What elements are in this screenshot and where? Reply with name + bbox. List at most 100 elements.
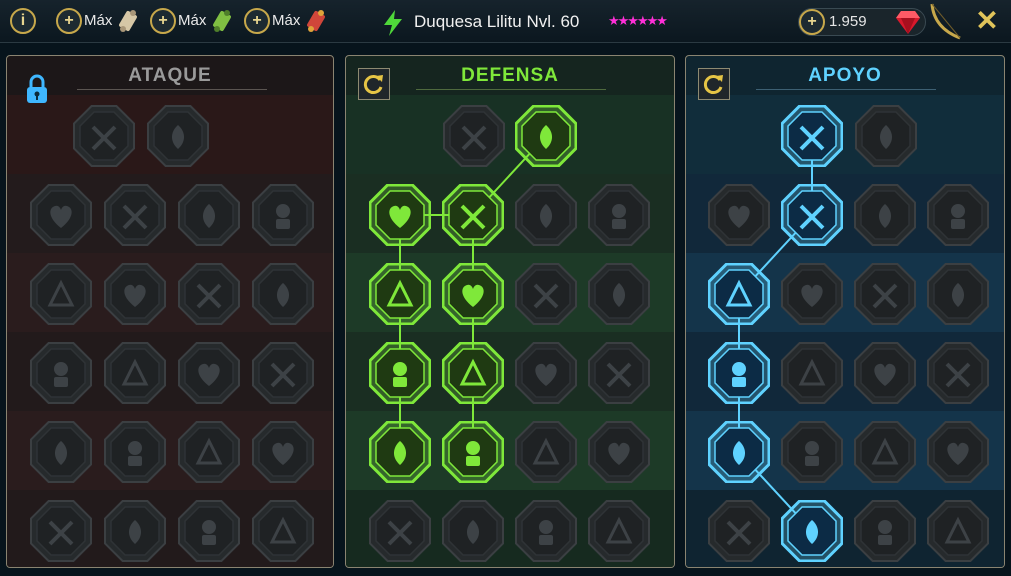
angry-face-icon <box>927 342 989 404</box>
skill-node-chained-heart[interactable] <box>708 342 770 404</box>
skill-node-arrow-burst[interactable] <box>855 105 917 167</box>
skill-node-helmet[interactable] <box>104 500 166 562</box>
skill-node-lightning-octagon[interactable] <box>781 263 843 325</box>
skill-node-helmet-skull[interactable] <box>515 500 577 562</box>
skill-node-statue[interactable] <box>927 263 989 325</box>
skill-node-speed-runner[interactable] <box>369 421 431 483</box>
plus-icon: + <box>799 9 825 35</box>
skill-node-fist-block[interactable] <box>104 342 166 404</box>
skill-node-fanged-maw[interactable] <box>104 263 166 325</box>
skill-node-healer-figure[interactable] <box>708 263 770 325</box>
skill-node-crowd[interactable] <box>369 342 431 404</box>
skill-node-fast-boot[interactable] <box>781 421 843 483</box>
skill-node-exploding-strike[interactable] <box>30 421 92 483</box>
eye-icon <box>854 421 916 483</box>
open-book-icon <box>854 342 916 404</box>
skill-node-arm-strike[interactable] <box>252 263 314 325</box>
skill-node-bleeding-sword[interactable] <box>178 421 240 483</box>
skill-node-potion-skull[interactable] <box>708 500 770 562</box>
skill-node-kneeling-figure[interactable] <box>30 263 92 325</box>
skill-node-spiral-shield[interactable] <box>781 184 843 246</box>
skill-node-horned-demon[interactable] <box>369 500 431 562</box>
skill-node-angry-face[interactable] <box>927 342 989 404</box>
skill-node-heart-plus[interactable] <box>781 105 843 167</box>
skill-node-triple-spikes[interactable] <box>442 421 504 483</box>
skill-node-crossed-swords[interactable] <box>73 105 135 167</box>
skill-node-hand-print[interactable] <box>515 342 577 404</box>
panel-attack: ATAQUE <box>6 55 334 568</box>
horned-demon-icon <box>369 500 431 562</box>
skill-node-sword-burst[interactable] <box>30 500 92 562</box>
skill-node-chevron-shield[interactable] <box>369 184 431 246</box>
skill-node-flame-skull[interactable] <box>854 184 916 246</box>
skill-node-skull-ring[interactable] <box>515 421 577 483</box>
skill-node-skull-sword[interactable] <box>178 263 240 325</box>
skull-icon <box>104 421 166 483</box>
chain-lightning-icon <box>252 342 314 404</box>
running-legs-icon <box>854 263 916 325</box>
close-button[interactable]: ✕ <box>972 6 1002 36</box>
skill-node-axe[interactable] <box>178 342 240 404</box>
scroll-icon <box>213 10 231 32</box>
kneeling-figure-icon <box>30 263 92 325</box>
praying-hands-icon <box>708 184 770 246</box>
skill-node-broken-sword[interactable] <box>588 184 650 246</box>
skill-node-horned-skull[interactable] <box>781 500 843 562</box>
skill-node-running-legs[interactable] <box>854 263 916 325</box>
ruby-gem-icon <box>896 11 920 34</box>
broken-sword-icon <box>588 184 650 246</box>
heart-sword-icon <box>30 342 92 404</box>
skill-node-skull-poison[interactable] <box>252 500 314 562</box>
skill-node-praying-hands[interactable] <box>708 184 770 246</box>
skill-node-orb-face[interactable] <box>588 263 650 325</box>
crossed-swords-icon <box>73 105 135 167</box>
skill-node-skull[interactable] <box>104 421 166 483</box>
skill-node-ogre[interactable] <box>515 184 577 246</box>
skill-node-raised-fist[interactable] <box>515 105 577 167</box>
panel-defense: DEFENSA <box>345 55 675 568</box>
arm-strike-icon <box>252 263 314 325</box>
max-button-scroll-2[interactable]: + Máx <box>150 8 236 34</box>
skill-node-bull-head[interactable] <box>588 342 650 404</box>
skill-node-heart-armor[interactable] <box>442 184 504 246</box>
potion-skull-icon <box>708 500 770 562</box>
orb-face-icon <box>588 263 650 325</box>
skill-node-eagle-head[interactable] <box>927 500 989 562</box>
skill-node-meteor[interactable] <box>781 342 843 404</box>
skill-node-demon-figure[interactable] <box>30 184 92 246</box>
strong-man-icon <box>252 421 314 483</box>
skill-node-dancer[interactable] <box>588 500 650 562</box>
flame-skull-icon <box>854 184 916 246</box>
gems-counter[interactable]: + 1.959 <box>798 8 926 36</box>
skill-node-shield-wing[interactable] <box>442 500 504 562</box>
info-button[interactable]: i <box>10 8 36 34</box>
skill-node-eye[interactable] <box>854 421 916 483</box>
skill-node-comet[interactable] <box>588 421 650 483</box>
skill-node-dancing-figure[interactable] <box>927 421 989 483</box>
max-button-scroll-3[interactable]: + Máx <box>244 8 330 34</box>
skill-node-bleeding-heart[interactable] <box>252 184 314 246</box>
skill-node-kick-fighter[interactable] <box>369 263 431 325</box>
chevron-shield-icon <box>369 184 431 246</box>
skill-node-fist-grip[interactable] <box>854 500 916 562</box>
skill-node-compass-star[interactable] <box>708 421 770 483</box>
skill-node-heart-sword[interactable] <box>30 342 92 404</box>
plus-icon: + <box>244 8 270 34</box>
skill-node-winged-skull[interactable] <box>178 500 240 562</box>
skill-node-brick-wall[interactable] <box>443 105 505 167</box>
max-label: Máx <box>272 12 301 29</box>
skill-node-poison-skull[interactable] <box>515 263 577 325</box>
lightning-icon <box>384 10 402 36</box>
skill-node-shield-strike[interactable] <box>178 184 240 246</box>
skill-node-daggers[interactable] <box>147 105 209 167</box>
crowd-icon <box>369 342 431 404</box>
skill-node-strong-man[interactable] <box>252 421 314 483</box>
skill-node-curtain[interactable] <box>104 184 166 246</box>
max-button-scroll-1[interactable]: + Máx <box>56 8 142 34</box>
spiral-shield-icon <box>781 184 843 246</box>
skill-node-open-book[interactable] <box>854 342 916 404</box>
skill-node-shield-knight[interactable] <box>442 263 504 325</box>
skill-node-hourglass-skull[interactable] <box>442 342 504 404</box>
skill-node-chain-lightning[interactable] <box>252 342 314 404</box>
skill-node-fast-arrows[interactable] <box>927 184 989 246</box>
